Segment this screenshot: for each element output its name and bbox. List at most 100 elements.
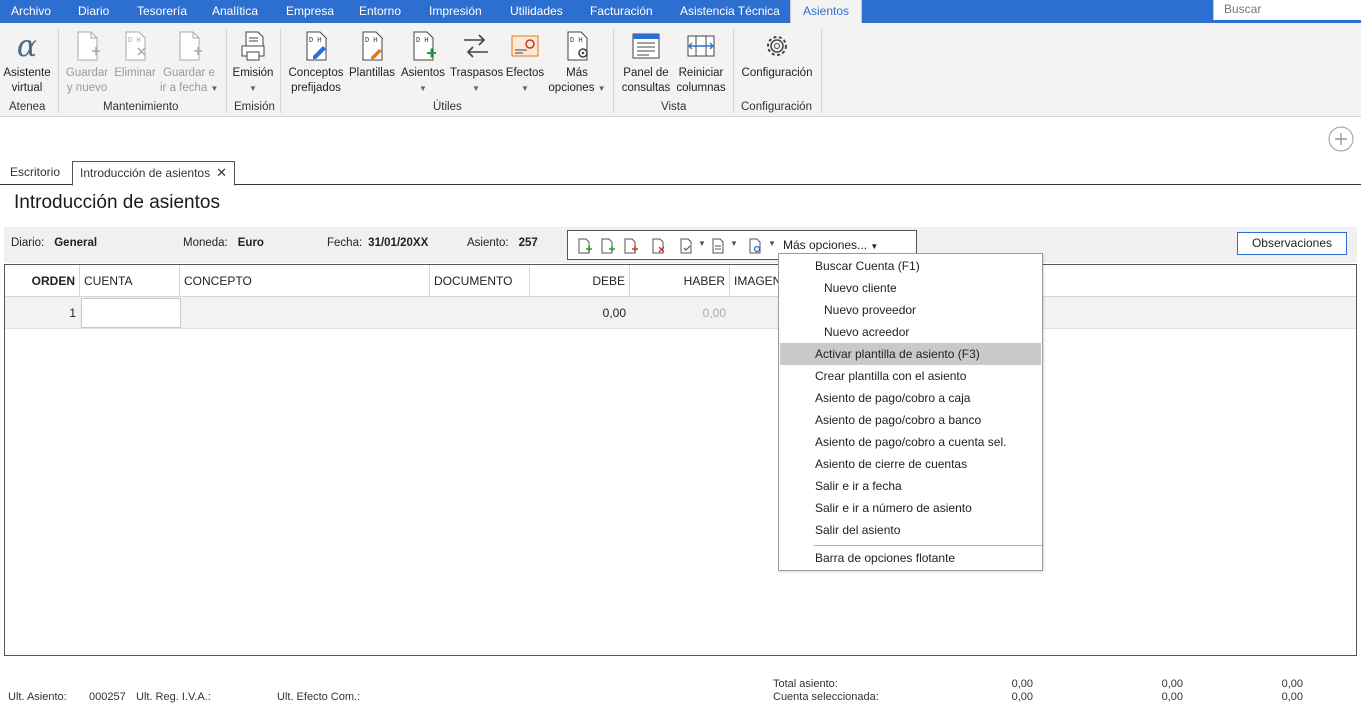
chevron-down-icon: ▼ bbox=[597, 84, 606, 93]
close-icon[interactable]: ✕ bbox=[216, 165, 227, 180]
document-duplicate-icon[interactable] bbox=[600, 238, 616, 254]
columns-reset-icon bbox=[687, 35, 715, 57]
menu-asistencia-tecnica[interactable]: Asistencia Técnica bbox=[680, 0, 780, 23]
transfer-arrows-icon bbox=[464, 34, 488, 58]
printer-icon bbox=[241, 31, 265, 61]
chevron-down-icon[interactable]: ▼ bbox=[698, 239, 706, 248]
group-label-atenea: Atenea bbox=[9, 101, 46, 113]
bill-icon bbox=[511, 35, 539, 57]
menu-item-nuevo-proveedor[interactable]: Nuevo proveedor bbox=[780, 299, 1041, 321]
asientos-button[interactable]: D H Asientos ▼ bbox=[399, 30, 447, 96]
menu-item-salir-fecha[interactable]: Salir e ir a fecha bbox=[780, 475, 1041, 497]
menu-item-activar-plantilla[interactable]: Activar plantilla de asiento (F3) bbox=[780, 343, 1041, 365]
cell-documento[interactable] bbox=[430, 297, 530, 329]
menu-item-pago-banco[interactable]: Asiento de pago/cobro a banco bbox=[780, 409, 1041, 431]
column-header-cuenta[interactable]: CUENTA bbox=[80, 265, 180, 297]
group-label-mantenimiento: Mantenimiento bbox=[103, 101, 179, 113]
tab-escritorio[interactable]: Escritorio bbox=[10, 161, 60, 185]
cell-debe[interactable]: 0,00 bbox=[530, 297, 630, 329]
configuracion-button[interactable]: Configuración bbox=[739, 30, 815, 81]
column-header-orden[interactable]: ORDEN bbox=[5, 265, 80, 297]
cell-concepto[interactable] bbox=[180, 297, 430, 329]
document-delete-icon[interactable] bbox=[651, 238, 667, 254]
menu-diario[interactable]: Diario bbox=[78, 0, 109, 23]
divider bbox=[226, 29, 227, 113]
chevron-down-icon: ▼ bbox=[870, 242, 879, 251]
menu-item-nuevo-cliente[interactable]: Nuevo cliente bbox=[780, 277, 1041, 299]
chevron-down-icon[interactable]: ▼ bbox=[730, 239, 738, 248]
menu-item-nuevo-acreedor[interactable]: Nuevo acreedor bbox=[780, 321, 1041, 343]
chevron-down-icon: ▼ bbox=[249, 84, 257, 93]
document-add-icon[interactable] bbox=[577, 238, 593, 254]
menu-item-salir-asiento[interactable]: Salir del asiento bbox=[780, 519, 1041, 541]
footer-ult-asiento-value: 000257 bbox=[89, 691, 126, 703]
plantillas-button[interactable]: D H Plantillas bbox=[348, 30, 396, 81]
document-view-icon[interactable] bbox=[748, 238, 764, 254]
divider bbox=[733, 29, 734, 113]
document-remove-icon[interactable] bbox=[623, 238, 639, 254]
menu-item-buscar-cuenta[interactable]: Buscar Cuenta (F1) bbox=[780, 255, 1041, 277]
svg-text:α: α bbox=[17, 30, 37, 62]
footer-sel-haber: 0,00 bbox=[1161, 691, 1183, 703]
menu-item-pago-caja[interactable]: Asiento de pago/cobro a caja bbox=[780, 387, 1041, 409]
menu-item-pago-cuenta[interactable]: Asiento de pago/cobro a cuenta sel. bbox=[780, 431, 1041, 453]
info-asiento: Asiento: 257 bbox=[467, 237, 538, 249]
menu-empresa[interactable]: Empresa bbox=[286, 0, 334, 23]
footer-ult-reg-iva: Ult. Reg. I.V.A.: bbox=[136, 691, 211, 703]
column-header-debe[interactable]: DEBE bbox=[530, 265, 630, 297]
asistente-virtual-button[interactable]: α Asistente virtual bbox=[3, 30, 51, 96]
group-label-configuracion: Configuración bbox=[741, 101, 812, 113]
cell-orden: 1 bbox=[69, 306, 76, 320]
document-check-icon[interactable] bbox=[679, 238, 695, 254]
menu-asientos[interactable]: Asientos bbox=[790, 0, 863, 23]
document-add-icon bbox=[77, 31, 100, 61]
footer-total-asiento-label: Total asiento: bbox=[773, 678, 838, 690]
menu-analitica[interactable]: Analítica bbox=[212, 0, 258, 23]
menu-entorno[interactable]: Entorno bbox=[359, 0, 401, 23]
menu-separator bbox=[814, 545, 1042, 546]
efectos-button[interactable]: Efectos ▼ bbox=[505, 30, 545, 96]
search-input[interactable] bbox=[1224, 0, 1361, 18]
entries-grid: ORDEN CUENTA CONCEPTO DOCUMENTO DEBE HAB… bbox=[4, 264, 1357, 656]
document-add-green-icon: D H bbox=[413, 31, 436, 61]
ribbon: α Asistente virtual Atenea Guardar y nue… bbox=[0, 23, 1361, 117]
divider bbox=[821, 29, 822, 113]
menu-tesoreria[interactable]: Tesorería bbox=[137, 0, 187, 23]
footer-total-debe: 0,00 bbox=[1011, 678, 1033, 690]
column-header-concepto[interactable]: CONCEPTO bbox=[180, 265, 430, 297]
tab-introduccion-asientos[interactable]: Introducción de asientos ✕ bbox=[72, 161, 235, 186]
footer-total-haber: 0,00 bbox=[1161, 678, 1183, 690]
guardar-ir-fecha-button[interactable]: Guardar e ir a fecha ▼ bbox=[160, 30, 218, 96]
menu-facturacion[interactable]: Facturación bbox=[590, 0, 653, 23]
reiniciar-columnas-button[interactable]: Reiniciar columnas bbox=[676, 30, 726, 96]
panel-consultas-button[interactable]: Panel de consultas bbox=[619, 30, 673, 96]
menu-utilidades[interactable]: Utilidades bbox=[510, 0, 563, 23]
chevron-down-icon[interactable]: ▼ bbox=[768, 239, 776, 248]
observaciones-button[interactable]: Observaciones bbox=[1237, 232, 1347, 255]
menu-archivo[interactable]: Archivo bbox=[11, 0, 51, 23]
emision-button[interactable]: Emisión ▼ bbox=[231, 30, 275, 96]
menu-item-salir-numero[interactable]: Salir e ir a número de asiento bbox=[780, 497, 1041, 519]
menu-impresion[interactable]: Impresión bbox=[429, 0, 482, 23]
cell-haber[interactable]: 0,00 bbox=[630, 297, 730, 329]
mas-opciones-ribbon-button[interactable]: D H Más opciones ▼ bbox=[548, 30, 606, 96]
add-circle-icon[interactable] bbox=[1328, 126, 1354, 152]
conceptos-prefijados-button[interactable]: D H Conceptos prefijados bbox=[287, 30, 345, 96]
traspasos-button[interactable]: Traspasos ▼ bbox=[450, 30, 503, 96]
menu-item-cierre-cuentas[interactable]: Asiento de cierre de cuentas bbox=[780, 453, 1041, 475]
document-list-icon[interactable] bbox=[711, 238, 727, 254]
svg-text:D H: D H bbox=[309, 36, 322, 44]
info-moneda: Moneda: Euro bbox=[183, 237, 264, 249]
table-row[interactable]: 1 0,00 0,00 bbox=[5, 297, 1356, 329]
column-header-haber[interactable]: HABER bbox=[630, 265, 730, 297]
menu-item-crear-plantilla[interactable]: Crear plantilla con el asiento bbox=[780, 365, 1041, 387]
footer-cuenta-sel-label: Cuenta seleccionada: bbox=[773, 691, 879, 703]
column-header-documento[interactable]: DOCUMENTO bbox=[430, 265, 530, 297]
group-label-emision: Emisión bbox=[234, 101, 275, 113]
eliminar-button[interactable]: D H Eliminar bbox=[113, 30, 157, 81]
guardar-nuevo-button[interactable]: Guardar y nuevo bbox=[64, 30, 110, 96]
menu-item-barra-flotante[interactable]: Barra de opciones flotante bbox=[780, 547, 1041, 569]
mas-opciones-button[interactable]: Más opciones... ▼ bbox=[783, 238, 878, 252]
cuenta-input[interactable] bbox=[81, 298, 181, 328]
document-template-icon: D H bbox=[362, 31, 383, 61]
